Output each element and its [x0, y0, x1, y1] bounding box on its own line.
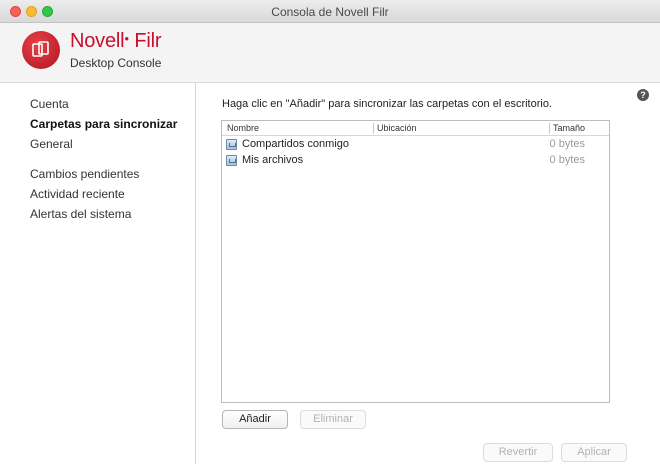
- sidebar-item-alertas[interactable]: Alertas del sistema: [30, 207, 131, 221]
- sidebar: Cuenta Carpetas para sincronizar General…: [0, 83, 196, 464]
- folders-table: Nombre Ubicación Tamaño Compartidos conm…: [221, 120, 610, 403]
- product-name: Filr: [134, 30, 162, 52]
- brand-title: Novell● Filr: [70, 30, 162, 52]
- apply-button[interactable]: Aplicar: [561, 443, 627, 462]
- sidebar-item-cambios[interactable]: Cambios pendientes: [30, 167, 139, 181]
- shared-folder-icon: [226, 139, 237, 150]
- revert-button[interactable]: Revertir: [483, 443, 553, 462]
- sidebar-item-actividad[interactable]: Actividad reciente: [30, 187, 125, 201]
- add-button[interactable]: Añadir: [222, 410, 288, 429]
- sidebar-item-cuenta[interactable]: Cuenta: [30, 97, 69, 111]
- remove-button[interactable]: Eliminar: [300, 410, 366, 429]
- row-size: 0 bytes: [549, 154, 585, 166]
- novell-filr-logo-icon: [22, 31, 60, 69]
- column-header-ubicacion[interactable]: Ubicación: [377, 123, 417, 133]
- column-header-nombre[interactable]: Nombre: [227, 123, 259, 133]
- brand-name: Novell: [70, 30, 125, 52]
- table-row[interactable]: Mis archivos 0 bytes: [222, 154, 609, 170]
- brand-subtitle: Desktop Console: [70, 56, 162, 70]
- column-divider: [373, 123, 374, 134]
- instructions-text: Haga clic en "Añadir" para sincronizar l…: [222, 98, 553, 110]
- column-header-tamano[interactable]: Tamaño: [553, 123, 585, 133]
- my-files-folder-icon: [226, 155, 237, 166]
- sidebar-item-carpetas[interactable]: Carpetas para sincronizar: [30, 117, 177, 131]
- title-bar: Consola de Novell Filr: [0, 0, 660, 23]
- help-icon[interactable]: ?: [637, 89, 649, 101]
- table-header: Nombre Ubicación Tamaño: [222, 121, 609, 136]
- table-row[interactable]: Compartidos conmigo 0 bytes: [222, 138, 609, 154]
- window-title: Consola de Novell Filr: [271, 5, 389, 19]
- row-size: 0 bytes: [549, 138, 585, 150]
- app-header: Novell● Filr Desktop Console: [0, 23, 660, 83]
- row-name: Compartidos conmigo: [242, 138, 349, 150]
- sidebar-item-general[interactable]: General: [30, 137, 73, 151]
- app-window: Consola de Novell Filr Novell● Filr Desk…: [0, 0, 660, 464]
- row-name: Mis archivos: [242, 154, 304, 166]
- column-divider: [549, 123, 550, 134]
